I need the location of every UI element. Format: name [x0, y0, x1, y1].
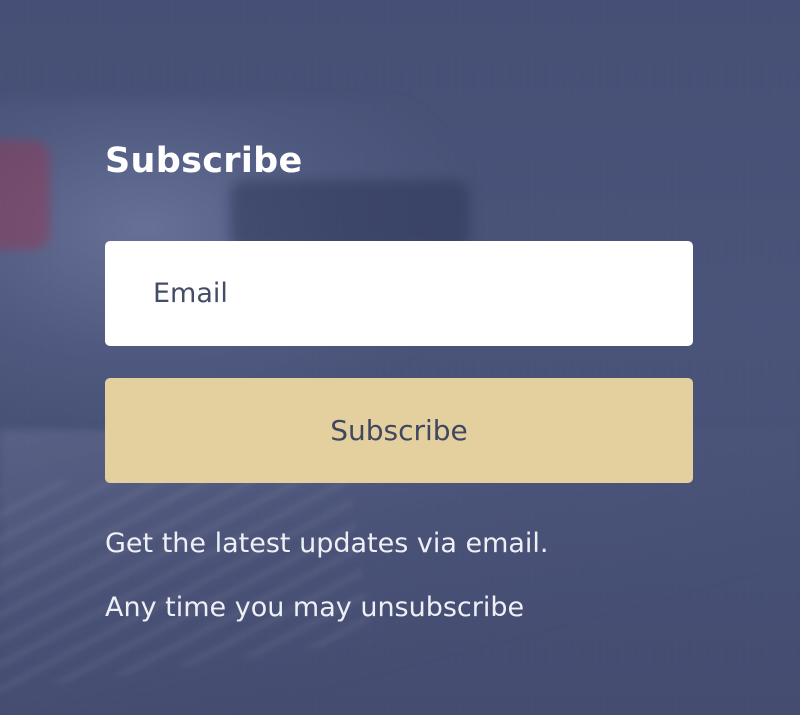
subscribe-button[interactable]: Subscribe	[105, 378, 693, 483]
subscribe-form: Subscribe Subscribe Get the latest updat…	[105, 135, 693, 628]
subscribe-note-updates: Get the latest updates via email.	[105, 528, 549, 559]
email-input[interactable]	[105, 241, 693, 346]
background-cushion-blur	[0, 140, 50, 250]
subscribe-heading: Subscribe	[105, 141, 303, 181]
subscribe-hero: Subscribe Subscribe Get the latest updat…	[0, 0, 800, 715]
subscribe-note-unsubscribe: Any time you may unsubscribe	[105, 592, 525, 623]
